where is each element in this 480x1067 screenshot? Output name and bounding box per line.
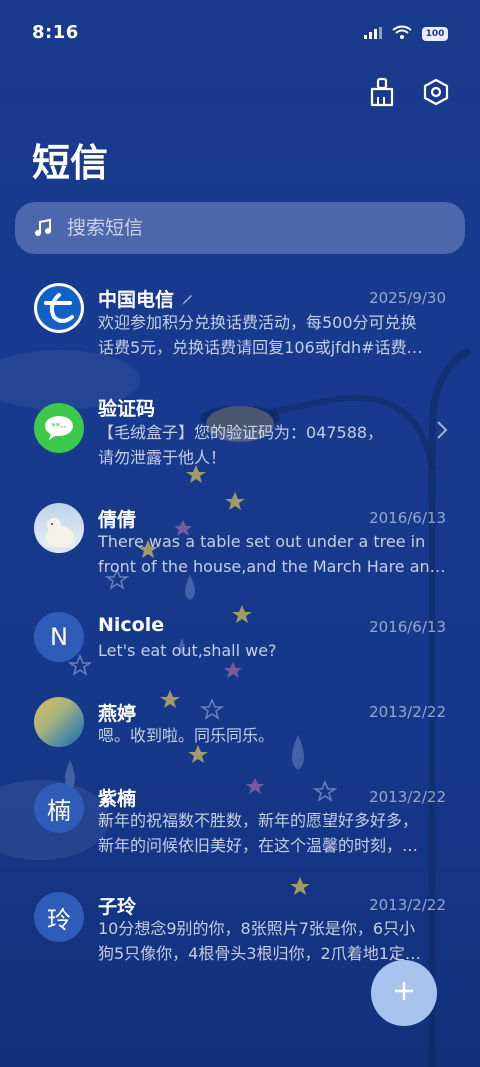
conversation-row[interactable]: 楠 紫楠 2013/2/22 新年的祝福数不胜数，新年的愿望好多好多， 新年的问… xyxy=(0,782,480,882)
avatar: 玲 xyxy=(34,892,84,942)
broom-icon xyxy=(368,77,396,111)
svg-text:**--: **-- xyxy=(51,422,67,432)
landscape-photo xyxy=(34,697,84,747)
preview-line: 新年的祝福数不胜数，新年的愿望好多好多， xyxy=(98,811,419,830)
avatar-letter: 玲 xyxy=(47,905,71,934)
conversation-row[interactable]: 中国电信 2025/9/30 欢迎参加积分兑换话费活动，每500分可兑换 话费5… xyxy=(0,270,480,370)
conversation-date: 2013/2/22 xyxy=(369,896,446,914)
status-time: 8:16 xyxy=(32,22,79,43)
polar-bear-photo xyxy=(34,503,84,553)
conversation-name: 中国电信 xyxy=(98,285,193,312)
conversation-row[interactable]: **-- 验证码 【毛绒盒子】您的验证码为：047588， 请勿泄露于他人！ xyxy=(0,380,480,480)
conversation-row[interactable]: N Nicole 2016/6/13 Let's eat out,shall w… xyxy=(0,607,480,707)
preview-line: 10分想念9别的你，8张照片7张是你，6只小 xyxy=(98,919,416,938)
new-message-button[interactable] xyxy=(371,960,437,1026)
conversation-date: 2016/6/13 xyxy=(369,618,446,636)
conversation-preview: 新年的祝福数不胜数，新年的愿望好多好多， 新年的问候依旧美好，在这个温馨的时刻，… xyxy=(98,808,446,858)
message-bubble-icon: **-- xyxy=(34,403,84,453)
search-input[interactable] xyxy=(65,216,429,240)
conversation-preview: 嗯。收到啦。同乐同乐。 xyxy=(98,723,446,748)
settings-hexagon-icon xyxy=(422,78,450,110)
conversation-name: 子玲 xyxy=(98,896,137,918)
conversation-date: 2013/2/22 xyxy=(369,703,446,721)
conversation-name: Nicole xyxy=(98,614,165,636)
wifi-icon xyxy=(392,24,412,43)
preview-line: front of the house,and the March Hare an… xyxy=(98,557,446,576)
conversation-row[interactable]: 倩倩 2016/6/13 There was a table set out u… xyxy=(0,495,480,595)
preview-line: 嗯。收到啦。同乐同乐。 xyxy=(98,726,275,745)
avatar-letter: N xyxy=(50,623,68,651)
preview-line: 请勿泄露于他人！ xyxy=(98,448,227,467)
status-bar: 8:16 100 xyxy=(0,0,480,68)
avatar: 楠 xyxy=(34,783,84,833)
chevron-right-icon[interactable] xyxy=(436,420,448,444)
signal-icon xyxy=(364,24,382,43)
search-bar[interactable] xyxy=(15,202,465,254)
avatar: N xyxy=(34,612,84,662)
china-telecom-logo xyxy=(34,283,84,333)
avatar-letter: 楠 xyxy=(47,796,71,825)
conversation-preview: 10分想念9别的你，8张照片7张是你，6只小 狗5只像你，4根骨头3根归你，2爪… xyxy=(98,916,446,966)
conversation-name: 验证码 xyxy=(98,398,156,420)
conversation-name: 倩倩 xyxy=(98,509,137,531)
conversation-row[interactable]: 燕婷 2013/2/22 嗯。收到啦。同乐同乐。 xyxy=(0,695,480,795)
preview-line: 【毛绒盒子】您的验证码为：047588， xyxy=(98,423,384,442)
preview-line: There was a table set out under a tree i… xyxy=(98,532,426,551)
preview-line: 欢迎参加积分兑换话费活动，每500分可兑换 xyxy=(98,313,417,332)
conversation-date: 2016/6/13 xyxy=(369,509,446,527)
conversation-preview: 欢迎参加积分兑换话费活动，每500分可兑换 话费5元，兑换话费请回复106或jf… xyxy=(98,310,446,360)
plus-icon xyxy=(393,980,415,1006)
music-note-icon xyxy=(33,217,55,239)
conversation-preview: There was a table set out under a tree i… xyxy=(98,529,446,579)
status-icons: 100 xyxy=(364,24,448,43)
conversation-preview: 【毛绒盒子】您的验证码为：047588， 请勿泄露于他人！ xyxy=(98,420,446,470)
pencil-icon xyxy=(181,289,193,311)
page-title: 短信 xyxy=(32,141,109,185)
battery-indicator: 100 xyxy=(422,26,448,41)
settings-button[interactable] xyxy=(420,78,452,110)
preview-line: Let's eat out,shall we? xyxy=(98,641,277,660)
conversation-preview: Let's eat out,shall we? xyxy=(98,638,446,663)
conversation-name: 燕婷 xyxy=(98,703,137,725)
conversation-date: 2025/9/30 xyxy=(369,289,446,307)
clean-button[interactable] xyxy=(366,77,398,111)
conversation-date: 2013/2/22 xyxy=(369,788,446,806)
preview-line: 新年的问候依旧美好，在这个温馨的时刻，… xyxy=(98,836,419,855)
header-actions xyxy=(366,77,452,111)
conversation-name: 紫楠 xyxy=(98,788,137,810)
preview-line: 话费5元，兑换话费请回复106或jfdh#话费… xyxy=(98,338,423,357)
